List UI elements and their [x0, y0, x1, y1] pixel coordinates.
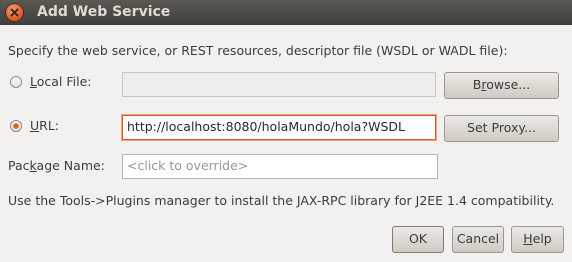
package-label-post: age Name: — [36, 158, 105, 173]
set-proxy-button[interactable]: Set Proxy... — [444, 115, 559, 142]
local-file-input[interactable] — [122, 72, 436, 97]
help-mnemonic: H — [523, 231, 533, 246]
description-label: Specify the web service, or REST resourc… — [8, 43, 508, 58]
local-file-mnemonic: L — [30, 74, 37, 89]
url-label-rest: RL: — [39, 118, 60, 133]
close-icon — [10, 8, 19, 17]
title-bar: Add Web Service — [0, 0, 572, 25]
browse-label-post: owse... — [486, 77, 531, 92]
browse-button[interactable]: Browse... — [444, 72, 559, 99]
url-label: URL: — [30, 118, 59, 133]
url-mnemonic: U — [30, 118, 40, 133]
local-file-radio[interactable] — [10, 76, 22, 88]
package-name-input[interactable]: <click to override> — [122, 154, 438, 179]
help-label-rest: elp — [532, 231, 552, 246]
ok-button[interactable]: OK — [392, 226, 444, 253]
window-title: Add Web Service — [37, 4, 171, 20]
package-name-label: Package Name: — [8, 158, 105, 173]
close-button[interactable] — [5, 3, 24, 22]
add-web-service-dialog: Add Web Service Specify the web service,… — [0, 0, 572, 262]
url-input[interactable]: http://localhost:8080/holaMundo/hola?WSD… — [122, 115, 436, 140]
local-file-label-rest: ocal File: — [36, 74, 92, 89]
info-label: Use the Tools->Plugins manager to instal… — [8, 193, 555, 208]
local-file-label: Local File: — [30, 74, 92, 89]
cancel-button[interactable]: Cancel — [452, 226, 504, 253]
package-mnemonic: k — [29, 158, 37, 173]
package-label-pre: Pac — [8, 158, 30, 173]
help-button[interactable]: Help — [511, 226, 564, 253]
url-radio[interactable] — [10, 120, 22, 132]
